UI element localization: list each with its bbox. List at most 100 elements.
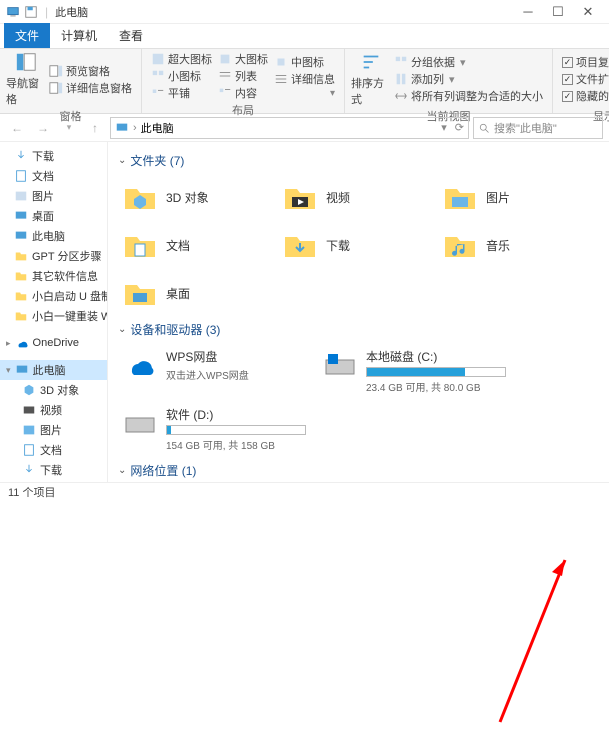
layout-content[interactable]: 内容	[218, 85, 268, 101]
folder-3d-objects[interactable]: 3D 对象	[118, 173, 278, 221]
layout-list-icon	[218, 69, 232, 83]
sidebar-item-3d[interactable]: 3D 对象	[0, 380, 107, 400]
navigation-pane[interactable]: 下载 文档 图片 桌面 此电脑 GPT 分区步骤 其它软件信息 小白启动 U 盘…	[0, 142, 108, 482]
group-icon	[394, 55, 408, 69]
sidebar-item-gpt[interactable]: GPT 分区步骤	[0, 246, 107, 266]
titlebar: | 此电脑 ─ ☐ ✕	[0, 0, 609, 24]
layout-more[interactable]: ▾	[274, 88, 335, 99]
folder-icon	[14, 289, 28, 303]
size-columns-button[interactable]: 将所有列调整为合适的大小	[394, 88, 543, 104]
folder-doc-icon	[122, 227, 158, 263]
drive-c-usage-bar	[366, 367, 506, 377]
address-box[interactable]: › 此电脑 ▾ ⟳	[110, 117, 469, 139]
picture-icon	[14, 189, 28, 203]
group-by-button[interactable]: 分组依据▾	[394, 54, 543, 70]
status-bar: 11 个项目	[0, 482, 609, 500]
sidebar-item-xb-boot[interactable]: 小白启动 U 盘制作步	[0, 286, 107, 306]
hidden-items-toggle[interactable]: ✓隐藏的项目	[562, 88, 609, 104]
nav-pane-button[interactable]: 导航窗格	[6, 51, 46, 107]
ribbon-group-panes: 导航窗格 预览窗格 详细信息窗格 窗格	[0, 49, 142, 113]
folder-documents[interactable]: 文档	[118, 221, 278, 269]
folder-downloads[interactable]: 下载	[278, 221, 438, 269]
folder-icon	[14, 309, 28, 323]
checkbox-icon: ✓	[562, 74, 573, 85]
sidebar-item-downloads2[interactable]: 下载	[0, 460, 107, 480]
os-drive-icon	[322, 348, 358, 384]
checkbox-icon: ✓	[562, 91, 573, 102]
layout-large[interactable]: 大图标	[218, 51, 268, 67]
folder-icon	[14, 249, 28, 263]
layout-small[interactable]: 小图标	[151, 68, 212, 84]
drive-d-usage-bar	[166, 425, 306, 435]
sidebar-item-thispc-main[interactable]: ▾此电脑	[0, 360, 107, 380]
file-ext-toggle[interactable]: ✓文件扩展名	[562, 71, 609, 87]
minimize-button[interactable]: ─	[513, 0, 543, 24]
tab-computer[interactable]: 计算机	[50, 23, 108, 48]
tab-file[interactable]: 文件	[4, 23, 50, 48]
drive-d[interactable]: 软件 (D:)154 GB 可用, 共 158 GB	[118, 400, 318, 458]
layout-extra-large[interactable]: 超大图标	[151, 51, 212, 67]
desktop-icon	[14, 209, 28, 223]
pc-icon	[14, 229, 28, 243]
layout-details[interactable]: 详细信息	[274, 71, 335, 87]
folder-videos[interactable]: 视频	[278, 173, 438, 221]
close-button[interactable]: ✕	[573, 0, 603, 24]
ribbon-group-showhide: ✓项目复选框 ✓文件扩展名 ✓隐藏的项目 隐藏所选项目 显示/隐藏	[553, 49, 609, 113]
maximize-button[interactable]: ☐	[543, 0, 573, 24]
forward-button[interactable]: →	[32, 117, 54, 139]
chevron-down-icon: ⌄	[118, 465, 126, 476]
sidebar-item-pictures[interactable]: 图片	[0, 186, 107, 206]
layout-tiles[interactable]: 平铺	[151, 85, 212, 101]
layout-lg-icon	[218, 52, 232, 66]
sidebar-item-thispc[interactable]: 此电脑	[0, 226, 107, 246]
drive-icon	[122, 406, 158, 442]
preview-pane-button[interactable]: 预览窗格	[49, 63, 132, 79]
sidebar-item-videos[interactable]: 视频	[0, 400, 107, 420]
sidebar-item-xb-one[interactable]: 小白一键重装 Win10	[0, 306, 107, 326]
sidebar-item-desktop[interactable]: 桌面	[0, 206, 107, 226]
sidebar-item-downloads[interactable]: 下载	[0, 146, 107, 166]
back-button[interactable]: ←	[6, 117, 28, 139]
add-columns-button[interactable]: 添加列▾	[394, 71, 543, 87]
layout-medium[interactable]: 中图标	[274, 54, 335, 70]
refresh-button[interactable]: ⟳	[455, 121, 464, 134]
sidebar-item-documents[interactable]: 文档	[0, 166, 107, 186]
picture-icon	[22, 423, 36, 437]
up-button[interactable]: ↑	[84, 117, 106, 139]
folder-music[interactable]: 音乐	[438, 221, 598, 269]
sidebar-item-documents2[interactable]: 文档	[0, 440, 107, 460]
details-pane-button[interactable]: 详细信息窗格	[49, 80, 132, 96]
preview-pane-icon	[49, 64, 63, 78]
section-folders[interactable]: ⌄文件夹 (7)	[118, 152, 599, 169]
size-col-icon	[394, 89, 408, 103]
ribbon-group-view: 排序方式 分组依据▾ 添加列▾ 将所有列调整为合适的大小 当前视图	[345, 49, 553, 113]
sidebar-item-onedrive[interactable]: ▸OneDrive	[0, 334, 107, 352]
drive-wps[interactable]: WPS网盘双击进入WPS网盘	[118, 342, 318, 400]
section-devices[interactable]: ⌄设备和驱动器 (3)	[118, 321, 599, 338]
add-col-icon	[394, 72, 408, 86]
folder-pictures[interactable]: 图片	[438, 173, 598, 221]
section-network[interactable]: ⌄网络位置 (1)	[118, 462, 599, 479]
folder-download-icon	[282, 227, 318, 263]
doc-icon	[22, 443, 36, 457]
layout-list[interactable]: 列表	[218, 68, 268, 84]
folder-desktop[interactable]: 桌面	[118, 269, 278, 317]
folder-music-icon	[442, 227, 478, 263]
sidebar-item-pictures2[interactable]: 图片	[0, 420, 107, 440]
search-input[interactable]: 搜索"此电脑"	[473, 117, 603, 139]
tab-view[interactable]: 查看	[108, 23, 154, 48]
cloud-icon	[15, 336, 29, 350]
sidebar-item-other-sw[interactable]: 其它软件信息	[0, 266, 107, 286]
drive-c[interactable]: 本地磁盘 (C:)23.4 GB 可用, 共 80.0 GB	[318, 342, 518, 400]
save-icon[interactable]	[24, 5, 38, 19]
layout-xl-icon	[151, 52, 165, 66]
folder-video-icon	[282, 179, 318, 215]
address-dropdown-icon[interactable]: ▾	[441, 121, 447, 134]
checkboxes-toggle[interactable]: ✓项目复选框	[562, 54, 609, 70]
ribbon-group-layout: 超大图标 小图标 平铺 大图标 列表 内容 中图标 详细信息 ▾ 布局	[142, 49, 345, 113]
video-icon	[22, 403, 36, 417]
cloud-drive-icon	[122, 348, 158, 384]
sort-by-button[interactable]: 排序方式	[351, 51, 391, 107]
content-pane[interactable]: ⌄文件夹 (7) 3D 对象 视频 图片 文档 下载 音乐 桌面 ⌄设备和驱动器…	[108, 142, 609, 482]
history-dropdown[interactable]: ▾	[58, 117, 80, 139]
